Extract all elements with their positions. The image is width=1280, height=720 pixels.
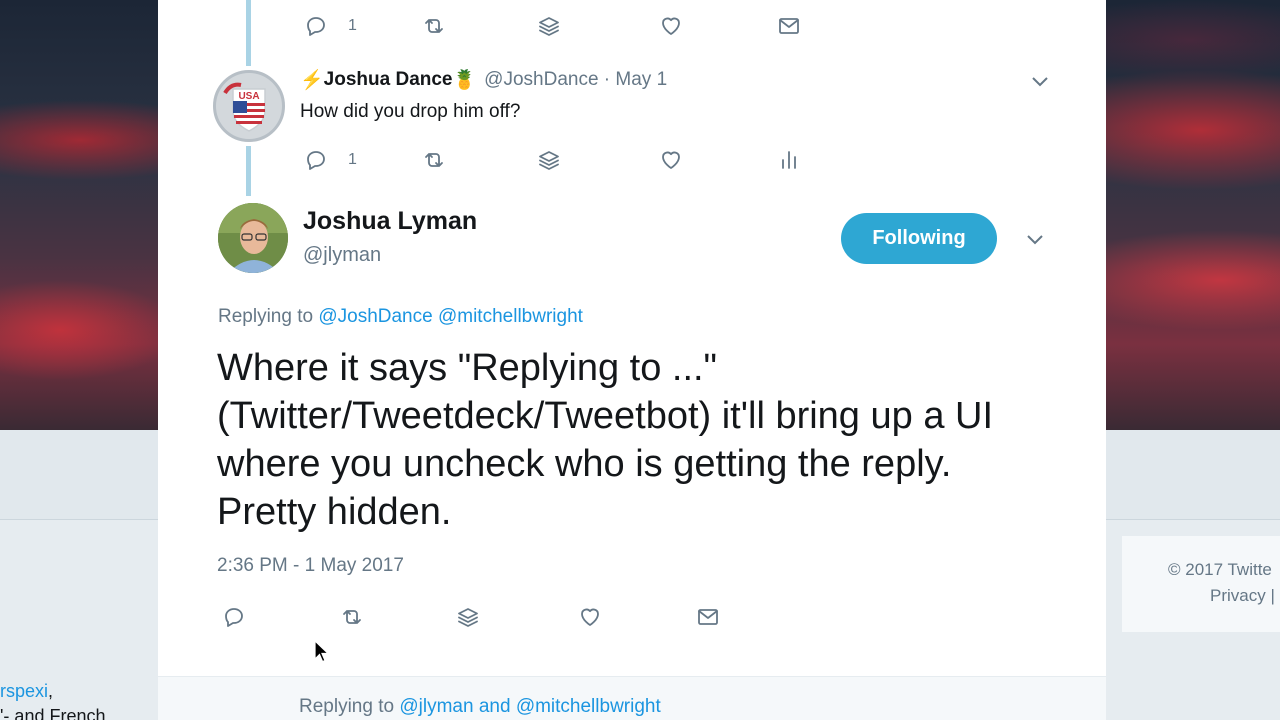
privacy-link[interactable]: Privacy |	[1210, 586, 1275, 606]
avatar[interactable]: USA	[213, 70, 285, 142]
layers-icon	[539, 17, 559, 36]
reply-tweet-header: ⚡ Joshua Dance 🍍 @JoshDance · May 1	[300, 68, 667, 92]
envelope-icon	[779, 18, 799, 34]
joshua-lyman-photo	[218, 203, 288, 273]
layers-icon	[458, 608, 478, 627]
retweet-icon	[425, 153, 443, 167]
reply-action[interactable]: 1	[304, 148, 357, 172]
reply-action[interactable]	[222, 605, 246, 629]
like-action[interactable]	[659, 14, 683, 38]
stack-action[interactable]	[456, 605, 480, 629]
reply-compose-replying-to[interactable]: Replying to @jlyman and @mitchellbwright	[299, 696, 661, 718]
reply-icon	[307, 151, 325, 170]
like-action[interactable]	[659, 148, 683, 172]
avatar-label: USA	[238, 91, 259, 102]
reply-count: 1	[348, 17, 357, 34]
replying-to-line: Replying to @JoshDance @mitchellbwright	[218, 306, 583, 327]
retweet-action[interactable]	[422, 148, 446, 172]
reply-mention-link[interactable]: @mitchellbwright	[438, 306, 583, 327]
thread-line-middle	[246, 146, 251, 196]
mouse-cursor-icon	[314, 640, 330, 663]
reply-count: 1	[348, 151, 357, 168]
copyright-text: © 2017 Twitte	[1168, 560, 1272, 579]
reply-icon	[307, 17, 325, 36]
usa-flag-avatar-image: USA	[216, 73, 282, 139]
retweet-action[interactable]	[422, 14, 446, 38]
heart-icon	[662, 17, 680, 35]
stack-action[interactable]	[537, 14, 561, 38]
retweet-action[interactable]	[340, 605, 364, 629]
pineapple-icon: 🍍	[452, 70, 477, 91]
chevron-down-icon	[1027, 235, 1043, 245]
envelope-icon	[698, 609, 718, 625]
following-button[interactable]: Following	[841, 213, 997, 264]
author-name[interactable]: Joshua Lyman	[303, 207, 477, 236]
bio-link[interactable]: rspexi	[0, 681, 48, 701]
dm-action[interactable]	[777, 14, 801, 38]
like-action[interactable]	[578, 605, 602, 629]
reply-mention-link[interactable]: @JoshDance	[318, 306, 432, 327]
dm-action[interactable]	[696, 605, 720, 629]
analytics-icon	[782, 151, 796, 169]
bio-fragment: rspexi,	[0, 681, 54, 701]
tweet-menu-chevron[interactable]	[1025, 233, 1045, 247]
reply-mention-link[interactable]: @jlyman	[399, 696, 473, 717]
tweet-timestamp[interactable]: 2:36 PM - 1 May 2017	[217, 555, 404, 577]
reply-action[interactable]: 1	[304, 14, 357, 38]
reply-mention-link[interactable]: @mitchellbwright	[516, 696, 661, 717]
reply-icon	[225, 608, 243, 627]
thread-line-top	[246, 0, 251, 66]
chevron-down-icon	[1032, 77, 1048, 87]
heart-icon	[581, 608, 599, 626]
retweet-icon	[425, 19, 443, 33]
author-handle[interactable]: @jlyman	[303, 244, 381, 267]
reply-tweet-text: How did you drop him off?	[300, 101, 521, 122]
author-handle-date[interactable]: @JoshDance · May 1	[484, 69, 667, 91]
reply-joiner: and	[478, 696, 511, 717]
bio-fragment-line2: '- and French	[0, 706, 106, 720]
heart-icon	[662, 151, 680, 169]
analytics-action[interactable]	[777, 148, 801, 172]
retweet-icon	[343, 610, 361, 624]
lightning-icon: ⚡	[300, 70, 324, 91]
layers-icon	[539, 151, 559, 170]
author-name[interactable]: Joshua Dance	[324, 69, 453, 91]
tweet-menu-chevron[interactable]	[1030, 75, 1050, 89]
avatar[interactable]	[218, 203, 288, 273]
stack-action[interactable]	[537, 148, 561, 172]
footer-card	[1122, 536, 1280, 632]
tweet-permalink-modal: 1 USA ⚡ Joshua Dance 🍍 @JoshDance · May …	[158, 0, 1106, 720]
tweet-text: Where it says "Replying to ..." (Twitter…	[217, 347, 994, 533]
